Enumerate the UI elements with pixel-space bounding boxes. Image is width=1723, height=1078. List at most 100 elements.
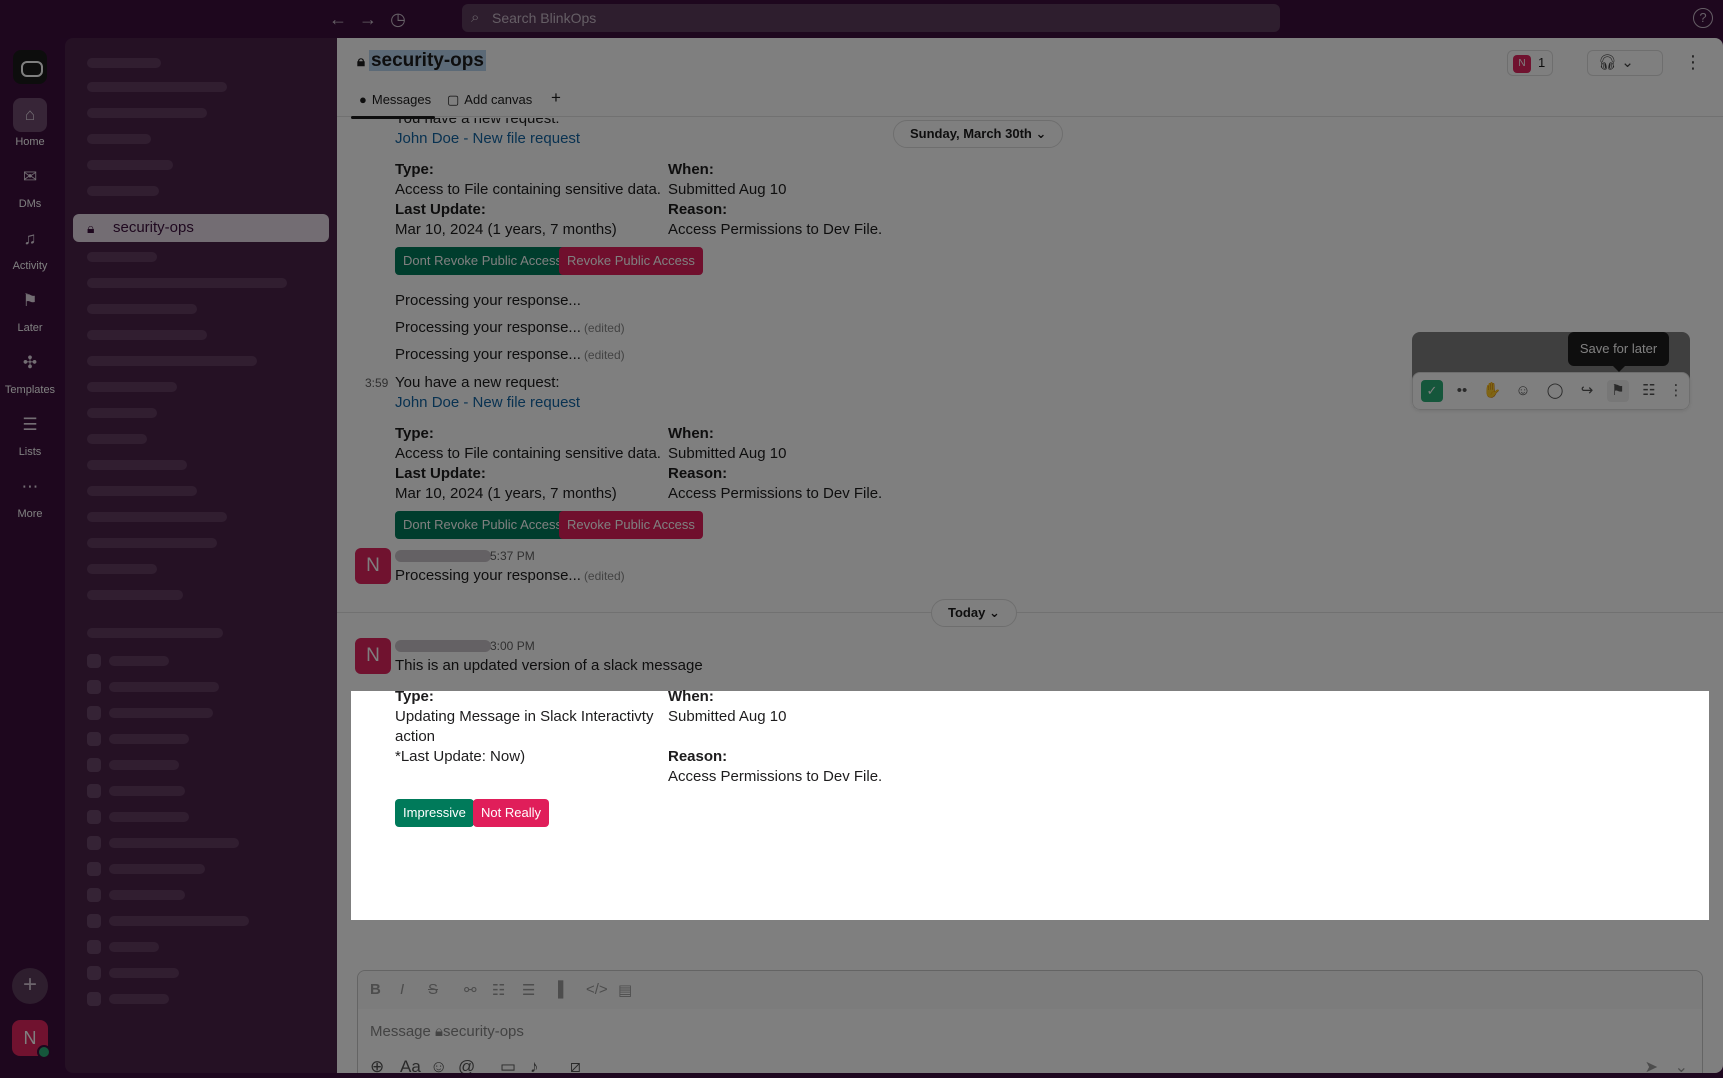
type-label: Type:: [395, 688, 434, 705]
sender-name-blurred[interactable]: [395, 640, 491, 652]
type-value: Access to File containing sensitive data…: [395, 181, 661, 198]
rail-later[interactable]: ⚑ Later: [0, 284, 60, 334]
processing-text: Processing your response...: [395, 567, 581, 584]
checkmark-reaction-icon[interactable]: ✓: [1421, 380, 1443, 402]
rail-activity[interactable]: ♫ Activity: [0, 222, 60, 272]
type-value: Updating Message in Slack Interactivty: [395, 708, 654, 725]
sender-avatar[interactable]: N: [355, 638, 391, 674]
forward-message-icon[interactable]: ↪: [1576, 380, 1598, 402]
home-icon: ⌂: [13, 98, 47, 132]
message-composer[interactable]: B I S ⚯ ☷ ☰ ▌ </> ▤ Message 🔒︎security-o…: [357, 970, 1703, 1073]
workspace-logo[interactable]: [13, 50, 47, 84]
rail-more[interactable]: ⋯ More: [0, 470, 60, 520]
blockquote-icon[interactable]: ▌: [558, 981, 569, 998]
sidebar-blurred-row: [109, 864, 205, 874]
channel-more-icon[interactable]: ⋮: [1683, 50, 1703, 76]
add-workspace-button[interactable]: +: [12, 968, 48, 1004]
huddle-button[interactable]: 🎧︎ ⌄: [1587, 50, 1663, 76]
processing-message: Processing your response... (edited): [395, 346, 625, 363]
dont-revoke-button[interactable]: Dont Revoke Public Access: [395, 511, 570, 539]
revoke-button[interactable]: Revoke Public Access: [559, 247, 703, 275]
add-to-list-icon[interactable]: ☷: [1638, 380, 1660, 402]
date-divider-today[interactable]: Today ⌄: [931, 599, 1017, 627]
add-reaction-icon[interactable]: ☺: [1512, 380, 1534, 402]
request-link[interactable]: John Doe - New file request: [395, 394, 580, 411]
rail-dms[interactable]: ✉ DMs: [0, 160, 60, 210]
strikethrough-icon[interactable]: S: [428, 981, 438, 998]
user-avatar[interactable]: N: [12, 1020, 51, 1059]
dms-icon: ✉: [22, 167, 38, 186]
request-link[interactable]: John Doe - New file request: [395, 130, 580, 147]
sidebar-channel-label: security-ops: [113, 219, 194, 236]
video-icon[interactable]: ▭: [500, 1057, 516, 1073]
composer-placeholder: Message 🔒︎security-ops: [370, 1023, 524, 1040]
dont-revoke-button[interactable]: Dont Revoke Public Access: [395, 247, 570, 275]
history-icon[interactable]: ◷: [386, 7, 410, 31]
bulleted-list-icon[interactable]: ☰: [522, 981, 535, 999]
help-icon[interactable]: ?: [1693, 8, 1713, 28]
sender-name-blurred[interactable]: [395, 550, 491, 562]
date-divider-label: Sunday, March 30th: [910, 126, 1032, 141]
forward-arrow-icon[interactable]: →: [356, 7, 380, 31]
sidebar-blurred-row: [109, 708, 213, 718]
formatting-toggle-icon[interactable]: Aa: [400, 1057, 421, 1073]
rail-lists[interactable]: ☰ Lists: [0, 408, 60, 458]
chevron-down-icon: ⌄: [1035, 126, 1047, 141]
emoji-icon[interactable]: ☺: [430, 1057, 447, 1073]
header-actions: N 1 🎧︎ ⌄ ⋮: [1483, 50, 1703, 76]
templates-icon: ✣: [22, 353, 38, 372]
raised-hands-reaction-icon[interactable]: ✋: [1481, 380, 1503, 402]
code-block-icon[interactable]: ▤: [618, 981, 632, 999]
channel-title[interactable]: 🔒︎ security-ops: [357, 50, 486, 72]
tab-add-canvas[interactable]: ▢ Add canvas: [447, 92, 532, 108]
edited-tag: (edited): [583, 348, 625, 362]
italic-icon[interactable]: I: [400, 981, 404, 998]
day-divider-line: [337, 612, 1723, 613]
ordered-list-icon[interactable]: ☷: [492, 981, 505, 999]
date-divider[interactable]: Sunday, March 30th ⌄: [893, 120, 1064, 148]
sidebar-blurred-row: [87, 108, 207, 118]
code-icon[interactable]: </>: [586, 981, 608, 998]
sidebar-blurred-avatar: [87, 992, 101, 1006]
when-label: When:: [668, 425, 714, 442]
rail-templates[interactable]: ✣ Templates: [0, 346, 60, 396]
more-icon: ⋯: [21, 477, 39, 496]
reason-value: Access Permissions to Dev File.: [668, 221, 883, 238]
message-time[interactable]: 3:59: [365, 376, 388, 390]
link-icon[interactable]: ⚯: [464, 981, 477, 999]
rail-home[interactable]: ⌂ Home: [0, 98, 60, 148]
reply-thread-icon[interactable]: ◯: [1544, 380, 1566, 402]
attach-plus-icon[interactable]: ⊕: [370, 1057, 384, 1073]
request-intro: You have a new request:: [395, 374, 560, 391]
eyes-reaction-icon[interactable]: ••: [1451, 380, 1473, 402]
message-time[interactable]: 3:00 PM: [490, 639, 535, 653]
impressive-button[interactable]: Impressive: [395, 799, 474, 827]
message-time[interactable]: 5:37 PM: [490, 549, 535, 563]
rail-later-label: Later: [17, 322, 43, 334]
bold-icon[interactable]: B: [370, 981, 381, 998]
back-arrow-icon[interactable]: ←: [326, 7, 350, 31]
sender-avatar[interactable]: N: [355, 548, 391, 584]
add-tab-icon[interactable]: +: [551, 88, 561, 108]
rail-lists-label: Lists: [18, 446, 42, 458]
tab-messages[interactable]: ● Messages: [350, 92, 436, 119]
sidebar-blurred-row: [87, 186, 159, 196]
slash-command-icon[interactable]: ⧄: [570, 1057, 581, 1073]
message-more-icon[interactable]: ⋮: [1665, 380, 1687, 402]
microphone-icon[interactable]: ♪: [530, 1057, 539, 1073]
sidebar-blurred-avatar: [87, 862, 101, 876]
bookmark-icon: ⚑: [22, 291, 38, 310]
send-options-chevron-icon[interactable]: ⌄: [1675, 1057, 1688, 1073]
search-input[interactable]: ⌕ Search BlinkOps: [462, 4, 1280, 32]
member-count-button[interactable]: N 1: [1507, 50, 1553, 76]
send-icon[interactable]: ➤: [1645, 1057, 1658, 1073]
save-for-later-icon[interactable]: ⚑: [1607, 380, 1629, 402]
sidebar-item-security-ops[interactable]: 🔒︎ security-ops: [73, 214, 329, 242]
sidebar-blurred-avatar: [87, 680, 101, 694]
message-hover-toolbar: ✓ •• ✋ ☺ ◯ ↪ ⚑ ☷ ⋮: [1412, 372, 1690, 410]
revoke-button[interactable]: Revoke Public Access: [559, 511, 703, 539]
top-bar: ← → ◷ ⌕ Search BlinkOps ?: [0, 0, 1723, 38]
mention-icon[interactable]: @: [458, 1057, 475, 1073]
not-really-button[interactable]: Not Really: [473, 799, 549, 827]
sidebar-blurred-avatar: [87, 966, 101, 980]
